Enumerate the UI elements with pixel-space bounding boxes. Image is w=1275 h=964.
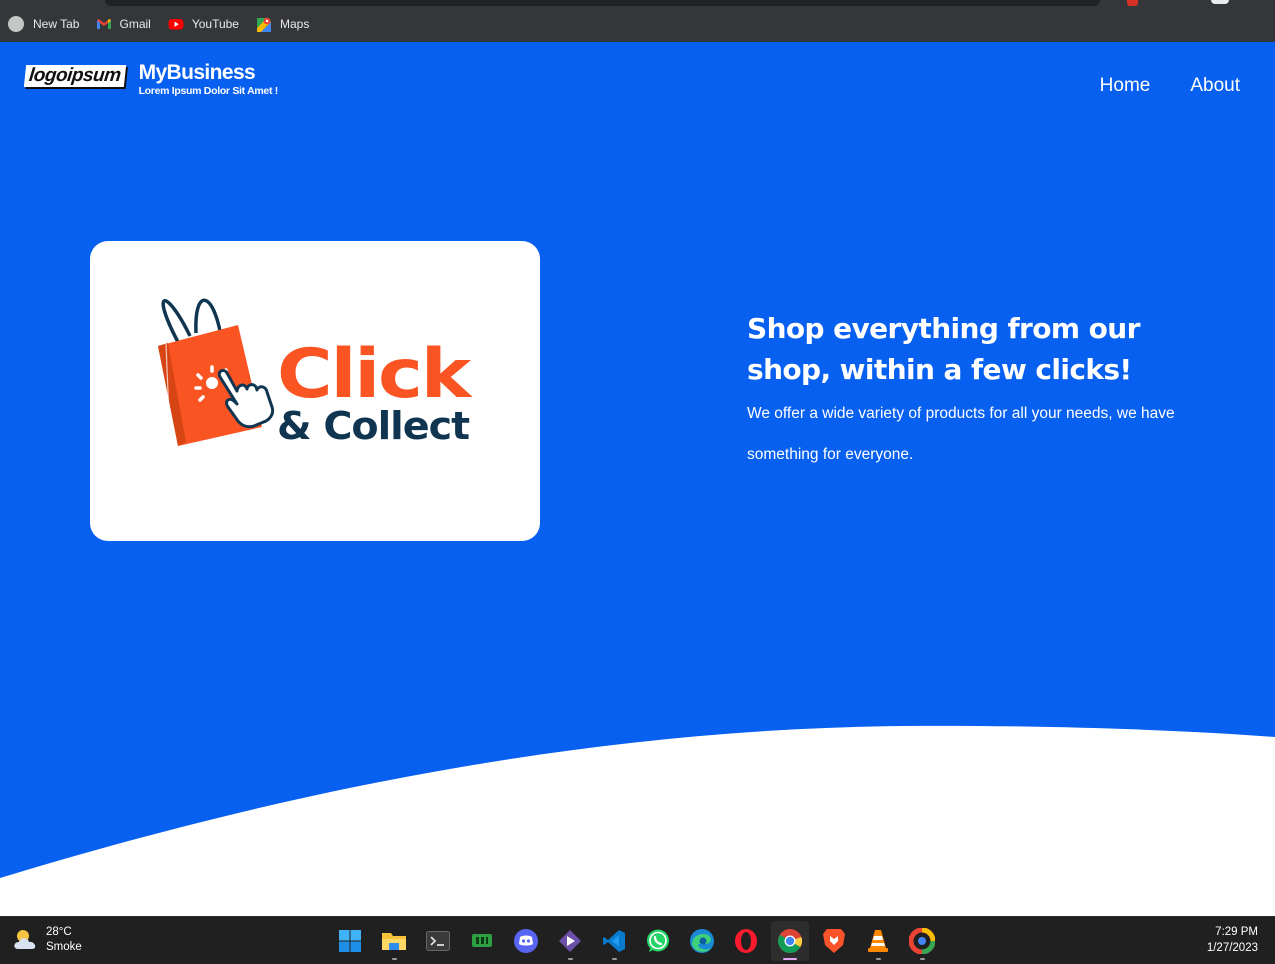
weather-temp: 28°C: [46, 926, 72, 938]
hero-title: Shop everything from our shop, within a …: [747, 312, 1140, 386]
new-tab-icon: [8, 16, 24, 32]
nav-about-link[interactable]: About: [1190, 75, 1240, 97]
running-indicator: [783, 958, 797, 960]
brave-icon: [823, 929, 845, 953]
system-clock[interactable]: 7:29 PM 1/27/2023: [1207, 924, 1258, 956]
partly-cloudy-icon: [14, 930, 36, 949]
profile-avatar-icon[interactable]: [1211, 0, 1229, 4]
folder-icon: [382, 933, 406, 950]
site-brand[interactable]: logoipsum MyBusiness Lorem Ipsum Dolor S…: [23, 61, 279, 98]
whatsapp-icon: [647, 929, 669, 952]
bag-handle-icon: [161, 299, 192, 343]
vscode-button[interactable]: [595, 921, 633, 961]
hero-image-card: Click & Collect: [90, 241, 540, 541]
brand-name: MyBusiness: [138, 61, 256, 84]
vscode-icon: [603, 930, 625, 952]
opera-icon: [735, 929, 757, 953]
windows-logo-icon: [339, 930, 361, 952]
taskbar-apps: [331, 921, 947, 961]
weather-text: 28°C Smoke: [46, 925, 82, 955]
logoipsum-logo: logoipsum: [23, 65, 126, 87]
gmail-icon: [96, 16, 112, 32]
weather-widget[interactable]: 28°C Smoke: [12, 925, 82, 955]
taskbar-app-4-button[interactable]: [463, 921, 501, 961]
chrome-button[interactable]: [771, 921, 809, 961]
bookmarks-bar: New Tab Gmail YouTube Maps: [8, 14, 326, 34]
terminal-button[interactable]: [419, 921, 457, 961]
bookmark-maps[interactable]: Maps: [256, 16, 309, 32]
youtube-icon: [168, 16, 184, 32]
clock-date: 1/27/2023: [1206, 942, 1258, 954]
bookmark-label: Gmail: [119, 17, 151, 31]
green-app-icon: [472, 934, 492, 947]
edge-button[interactable]: [683, 921, 721, 961]
web-page: logoipsum MyBusiness Lorem Ipsum Dolor S…: [0, 42, 1275, 916]
windows-taskbar: 28°C Smoke 7:29 PM 1/27/2023: [0, 916, 1275, 964]
edge-icon: [690, 929, 714, 953]
main-nav: Home About: [1100, 75, 1240, 97]
nav-home-link[interactable]: Home: [1100, 75, 1151, 97]
start-button[interactable]: [331, 921, 369, 961]
running-indicator: [612, 958, 617, 960]
vlc-icon: [868, 930, 888, 952]
discord-button[interactable]: [507, 921, 545, 961]
running-indicator: [920, 958, 925, 960]
running-indicator: [392, 958, 397, 960]
opera-button[interactable]: [727, 921, 765, 961]
click-wordmark: Click: [277, 335, 473, 414]
running-indicator: [876, 958, 881, 960]
collect-wordmark: & Collect: [277, 404, 470, 448]
ring-app-icon: [909, 928, 935, 954]
discord-icon: [514, 929, 538, 953]
bookmark-gmail[interactable]: Gmail: [96, 16, 151, 32]
vlc-button[interactable]: [859, 921, 897, 961]
whatsapp-button[interactable]: [639, 921, 677, 961]
address-bar[interactable]: [105, 0, 1100, 6]
weather-condition: Smoke: [46, 941, 82, 953]
hero-description: We offer a wide variety of products for …: [747, 405, 1175, 463]
bookmark-label: Maps: [279, 17, 310, 31]
taskbar-app-14-button[interactable]: [903, 921, 941, 961]
click-and-collect-logo: Click & Collect: [158, 298, 475, 448]
bookmark-new-tab[interactable]: New Tab: [8, 16, 79, 32]
hero-text: Shop everything from our shop, within a …: [747, 308, 1177, 475]
browser-chrome: New Tab Gmail YouTube Maps: [0, 0, 1275, 42]
running-indicator: [568, 958, 573, 960]
brave-button[interactable]: [815, 921, 853, 961]
extension-badge-icon[interactable]: [1127, 0, 1138, 6]
brand-tagline: Lorem Ipsum Dolor Sit Amet !: [138, 85, 279, 97]
taskbar-app-6-button[interactable]: [551, 921, 589, 961]
file-explorer-button[interactable]: [375, 921, 413, 961]
brand-text: MyBusiness Lorem Ipsum Dolor Sit Amet !: [138, 61, 279, 98]
maps-icon: [256, 16, 272, 32]
purple-diamond-icon: [559, 930, 581, 952]
bookmark-label: YouTube: [191, 17, 239, 31]
terminal-icon: [426, 931, 450, 951]
chrome-icon: [778, 929, 803, 954]
bookmark-label: New Tab: [33, 17, 80, 31]
bookmark-youtube[interactable]: YouTube: [168, 16, 239, 32]
clock-time: 7:29 PM: [1215, 926, 1258, 938]
